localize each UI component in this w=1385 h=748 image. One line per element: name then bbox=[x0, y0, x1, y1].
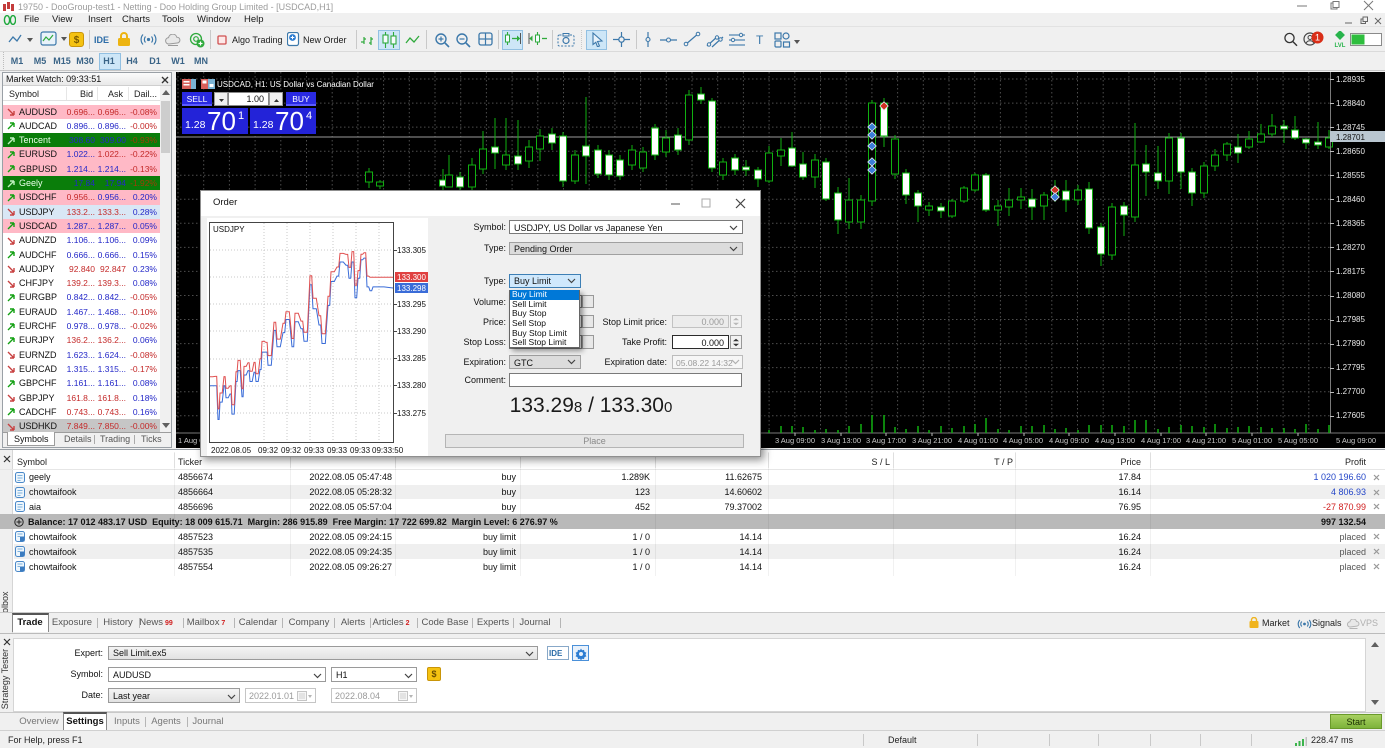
svg-text:LVL: LVL bbox=[1335, 43, 1346, 48]
svg-text:1: 1 bbox=[1315, 33, 1320, 43]
svg-text:$: $ bbox=[74, 35, 80, 46]
